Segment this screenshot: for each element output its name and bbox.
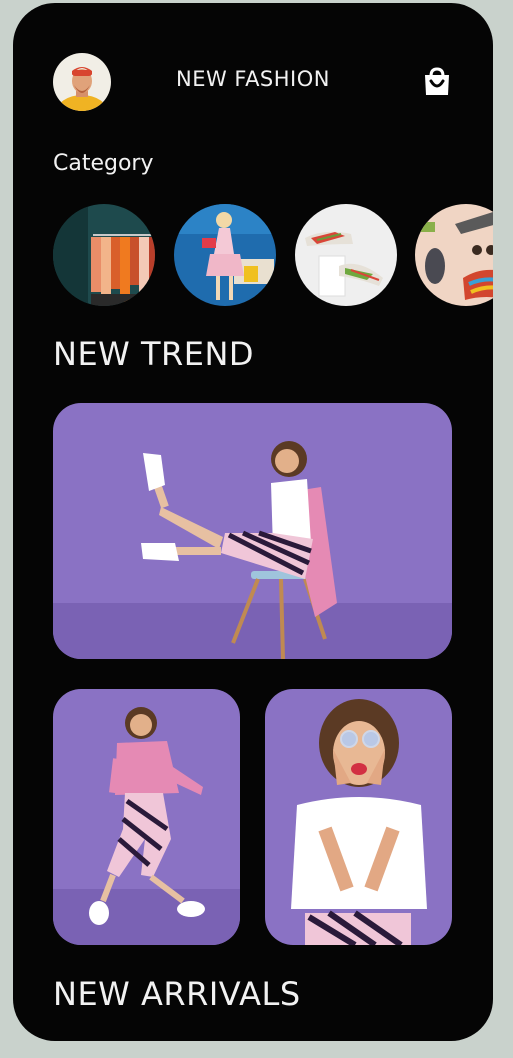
category-item-accessories[interactable] <box>415 204 493 306</box>
category-item-shoes[interactable] <box>295 204 397 306</box>
accessories-photo <box>415 204 493 306</box>
trend-hero-photo <box>53 403 452 659</box>
trend-hero-card[interactable] <box>53 403 452 659</box>
new-trend-heading: NEW TREND <box>53 335 255 373</box>
category-list <box>53 204 493 310</box>
top-bar: NEW FASHION <box>13 3 493 163</box>
shopping-bag-icon[interactable] <box>423 67 451 97</box>
shoes-photo <box>295 204 397 306</box>
category-item-clothing[interactable] <box>53 204 155 306</box>
trend-dancing-photo <box>53 689 240 945</box>
app-title: NEW FASHION <box>176 67 330 91</box>
category-item-dresses[interactable] <box>174 204 276 306</box>
trend-portrait-photo <box>265 689 452 945</box>
trend-card-left[interactable] <box>53 689 240 945</box>
new-arrivals-heading: NEW ARRIVALS <box>53 975 301 1013</box>
model-photo <box>174 204 276 306</box>
phone-screen: NEW FASHION Category NEW TREND NEW ARRIV… <box>13 3 493 1041</box>
trend-card-right[interactable] <box>265 689 452 945</box>
clothes-rack-photo <box>53 204 155 306</box>
category-label: Category <box>53 151 154 176</box>
